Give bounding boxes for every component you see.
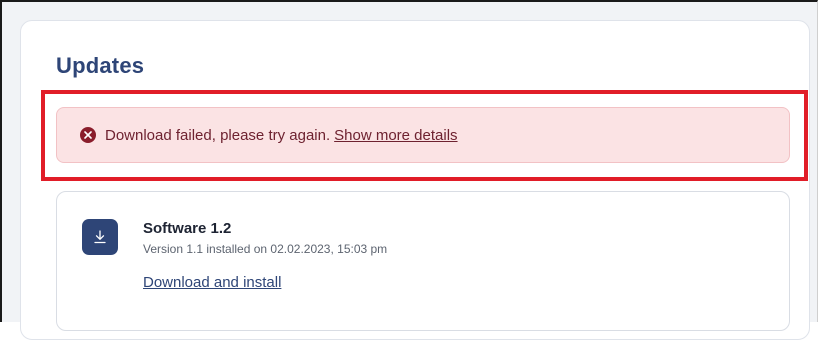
- highlight-box: [41, 90, 808, 181]
- page-title: Updates: [56, 53, 145, 78]
- download-icon: [82, 219, 118, 255]
- software-name: Software 1.2: [143, 220, 232, 237]
- download-and-install-link[interactable]: Download and install: [143, 274, 281, 291]
- installed-version-info: Version 1.1 installed on 02.02.2023, 15:…: [143, 242, 388, 256]
- update-card: [56, 191, 790, 331]
